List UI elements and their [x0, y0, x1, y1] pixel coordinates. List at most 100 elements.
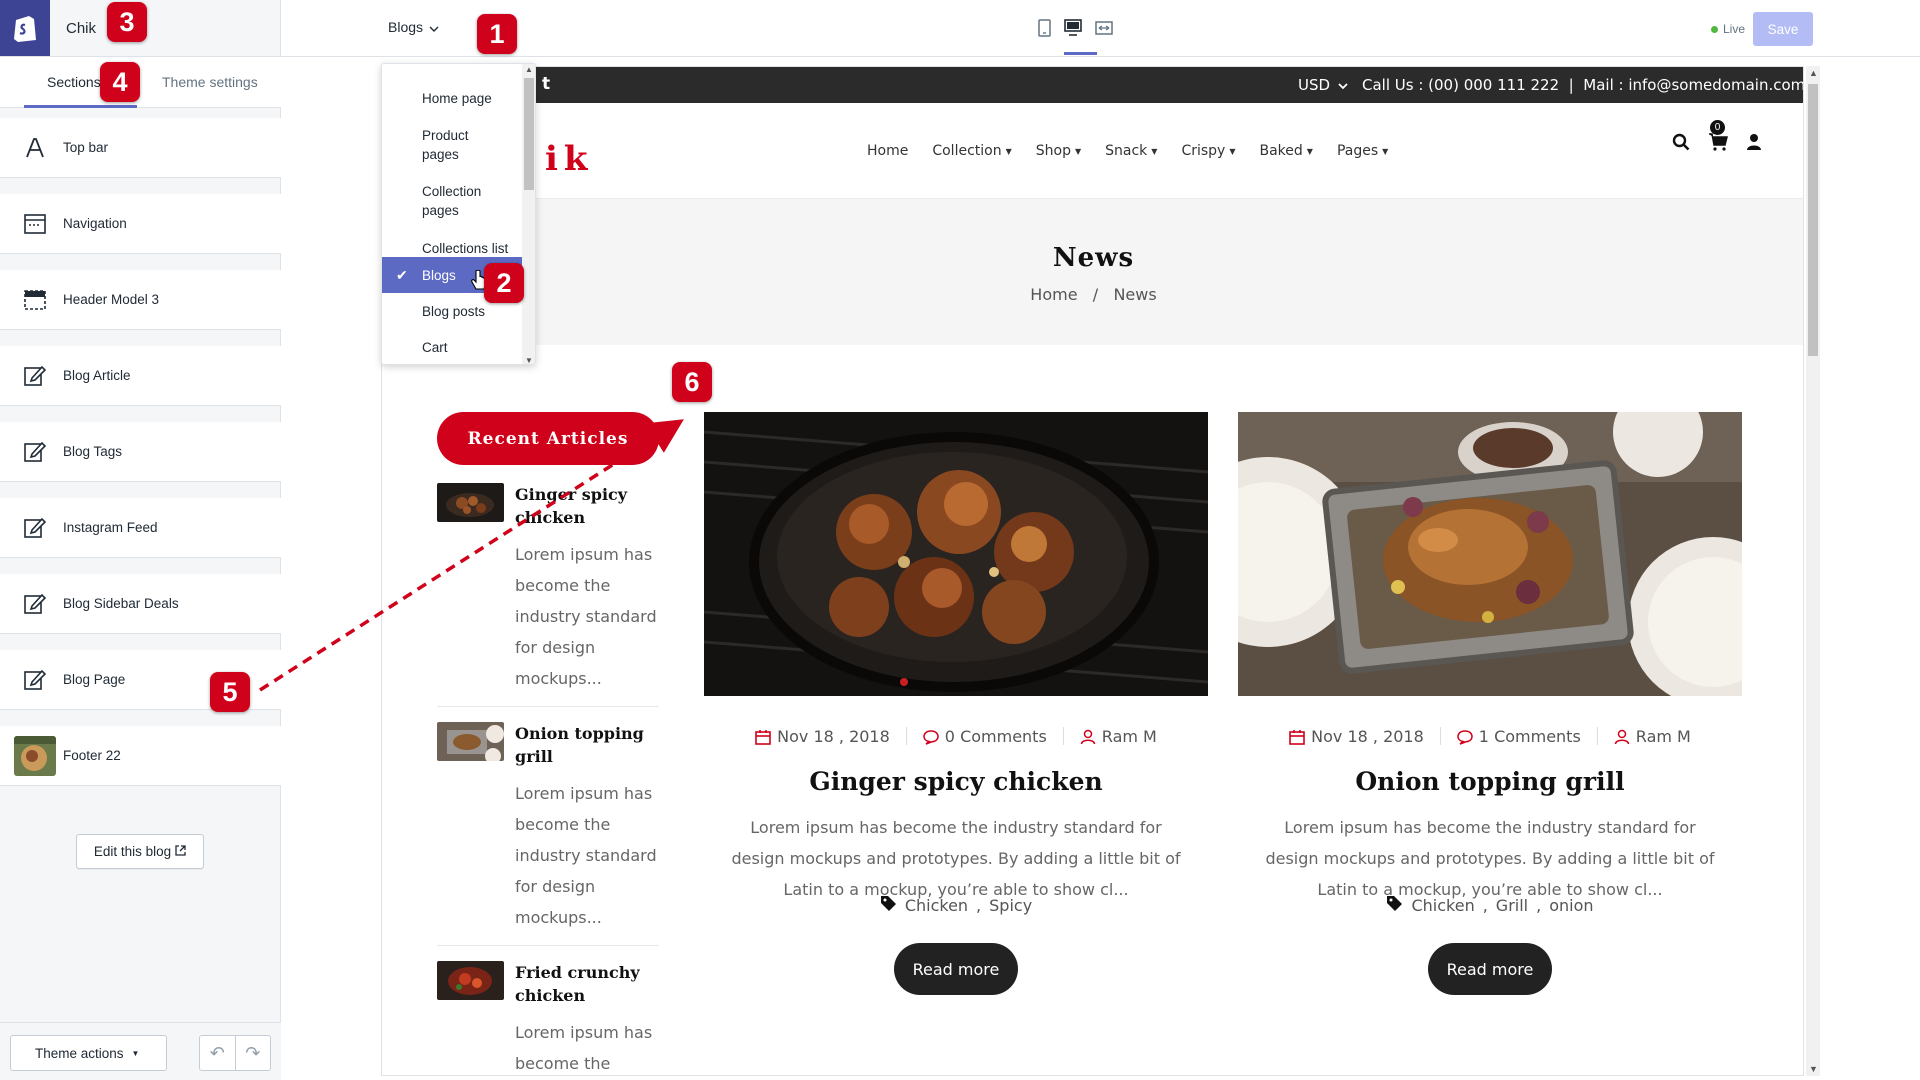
page-type-dropdown: Home page Product pages Collection pages… [381, 63, 536, 365]
undo-redo-group: ↶ ↷ [199, 1035, 271, 1071]
post-image[interactable] [1238, 412, 1742, 696]
scroll-down-icon[interactable]: ▼ [1809, 1064, 1818, 1074]
dropdown-item-cart[interactable]: Cart [382, 329, 522, 364]
dropdown-item-collection-pages[interactable]: Collection pages [382, 173, 522, 229]
post-image[interactable] [704, 412, 1208, 696]
preview-scrollbar[interactable]: ▲ ▼ [1806, 66, 1820, 1076]
store-name[interactable]: Chik [66, 20, 96, 37]
post-comments[interactable]: 1 Comments [1457, 727, 1581, 746]
scroll-up-icon[interactable]: ▲ [525, 65, 533, 74]
section-item-footer-22[interactable]: Footer 22 [0, 726, 281, 786]
blog-post-card: Nov 18 , 2018 1 Comments Ram M Onion top… [1238, 412, 1742, 1012]
save-button[interactable]: Save [1753, 12, 1813, 46]
fullscreen-view-icon[interactable] [1095, 19, 1113, 42]
recent-article-excerpt: Lorem ipsum has become the [515, 1023, 653, 1073]
header-actions: 0 [1672, 120, 1762, 156]
section-item-instagram-feed[interactable]: Instagram Feed [0, 498, 281, 558]
recent-article-excerpt: Lorem ipsum has become the industry stan… [515, 545, 657, 688]
post-tags: Chicken, Grill, onion [1238, 895, 1742, 916]
dropdown-item-home-page[interactable]: Home page [382, 80, 522, 116]
section-item-top-bar[interactable]: Top bar [0, 118, 281, 178]
post-tag[interactable]: Chicken [1411, 896, 1474, 915]
post-title[interactable]: Onion topping grill [1238, 767, 1742, 796]
section-label: Footer 22 [63, 748, 121, 763]
undo-icon[interactable]: ↶ [200, 1036, 236, 1070]
edit-icon [20, 665, 50, 695]
post-tag[interactable]: Chicken [905, 896, 968, 915]
post-tag[interactable]: Spicy [989, 896, 1032, 915]
section-item-blog-sidebar-deals[interactable]: Blog Sidebar Deals [0, 574, 281, 634]
recent-article-thumbnail [437, 483, 504, 522]
recent-article-title[interactable]: Fried crunchy chicken [515, 961, 659, 1007]
page-select-value: Blogs [388, 19, 424, 35]
read-more-button[interactable]: Read more [1428, 943, 1552, 995]
recent-article-title[interactable]: Ginger spicy chicken [515, 483, 659, 529]
scrollbar-thumb[interactable] [1808, 84, 1818, 356]
post-tag[interactable]: onion [1549, 896, 1593, 915]
post-title[interactable]: Ginger spicy chicken [704, 767, 1208, 796]
caret-down-icon: ▼ [1074, 146, 1082, 156]
section-item-navigation[interactable]: Navigation [0, 194, 281, 254]
theme-preview-frame[interactable]: t USD Call Us : (00) 000 111 222 | Mail … [381, 66, 1804, 1076]
post-tag[interactable]: Grill [1496, 896, 1528, 915]
annotation-badge: 3 [107, 2, 147, 42]
annotation-badge: 6 [672, 362, 712, 402]
annotation-badge: 1 [477, 14, 517, 54]
scrollbar-thumb[interactable] [524, 78, 534, 190]
user-icon [1614, 729, 1630, 744]
live-dot-icon [1711, 25, 1718, 33]
shopify-logo-icon[interactable] [0, 0, 50, 56]
cart-icon[interactable]: 0 [1708, 120, 1728, 156]
divider [437, 945, 659, 946]
nav-item-crispy[interactable]: Crispy ▼ [1181, 143, 1235, 159]
currency-selector[interactable]: USD [1298, 76, 1348, 94]
section-item-header-model-3[interactable]: Header Model 3 [0, 270, 281, 330]
scroll-up-icon[interactable]: ▲ [1809, 68, 1818, 78]
mobile-view-icon[interactable] [1038, 19, 1051, 42]
nav-item-home[interactable]: Home [867, 143, 908, 159]
recent-article-title[interactable]: Onion topping grill [515, 722, 659, 768]
edit-blog-button[interactable]: Edit this blog [76, 834, 204, 869]
read-more-button[interactable]: Read more [894, 943, 1018, 995]
dropdown-item-product-pages[interactable]: Product pages [382, 117, 522, 173]
store-logo[interactable]: ik [545, 139, 593, 179]
recent-article[interactable]: Ginger spicy chicken Lorem ipsum has bec… [437, 483, 659, 703]
page-select[interactable]: Blogs [388, 19, 439, 35]
recent-article-thumbnail [437, 722, 504, 761]
nav-item-shop[interactable]: Shop ▼ [1036, 143, 1081, 159]
recent-article-thumbnail [437, 961, 504, 1000]
navigation-icon [20, 209, 50, 239]
dropdown-scrollbar[interactable]: ▲ ▼ [522, 64, 535, 364]
search-icon[interactable] [1672, 133, 1690, 156]
active-tab-indicator [24, 105, 137, 108]
section-item-blog-tags[interactable]: Blog Tags [0, 422, 281, 482]
edit-icon [20, 589, 50, 619]
nav-item-baked[interactable]: Baked ▼ [1259, 143, 1312, 159]
scroll-down-icon[interactable]: ▼ [525, 356, 533, 364]
section-label: Blog Sidebar Deals [63, 596, 179, 611]
post-comments[interactable]: 0 Comments [923, 727, 1047, 746]
desktop-view-icon[interactable] [1064, 19, 1082, 42]
banner-title: News [1052, 243, 1135, 273]
tab-theme-settings[interactable]: Theme settings [162, 74, 258, 90]
post-tags: Chicken, Spicy [704, 895, 1208, 916]
nav-item-snack[interactable]: Snack ▼ [1105, 143, 1157, 159]
nav-label: Pages [1336, 143, 1379, 159]
nav-item-pages[interactable]: Pages ▼ [1337, 143, 1388, 159]
recent-article[interactable]: Fried crunchy chicken Lorem ipsum has be… [437, 961, 659, 1075]
chevron-down-icon [1338, 76, 1348, 94]
nav-item-collection[interactable]: Collection ▼ [932, 143, 1011, 159]
redo-icon[interactable]: ↷ [236, 1036, 271, 1070]
tumblr-icon[interactable]: t [542, 74, 550, 94]
breadcrumb[interactable]: Home / News [382, 285, 1803, 304]
recent-article[interactable]: Onion topping grill Lorem ipsum has beco… [437, 722, 659, 942]
post-meta: Nov 18 , 2018 1 Comments Ram M [1238, 727, 1742, 746]
edit-icon [20, 513, 50, 543]
theme-actions-button[interactable]: Theme actions ▼ [10, 1035, 167, 1071]
tag-separator: , [1482, 896, 1488, 915]
active-device-indicator [1064, 52, 1097, 55]
tab-sections[interactable]: Sections [47, 74, 101, 90]
section-item-blog-article[interactable]: Blog Article [0, 346, 281, 406]
caret-down-icon: ▼ [131, 1048, 140, 1058]
account-icon[interactable] [1746, 133, 1762, 156]
